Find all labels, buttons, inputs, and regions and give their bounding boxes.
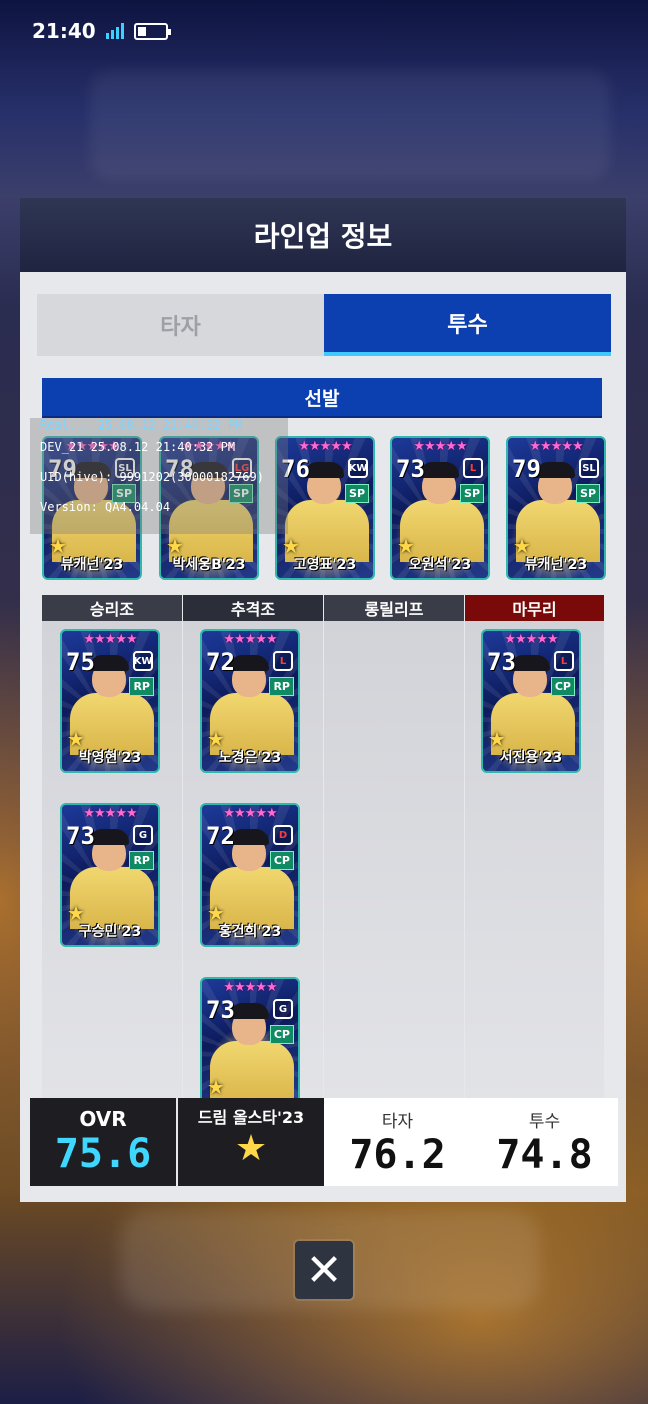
col-header-long-relief: 롱릴리프	[324, 595, 464, 621]
signal-icon	[105, 23, 124, 39]
card-ovr: 73	[487, 648, 516, 676]
player-card[interactable]: ★★★★★ 73 G RP ★ 구승민'23	[60, 803, 160, 947]
team-logo-icon: G	[133, 825, 153, 845]
card-position: CP	[269, 1025, 294, 1044]
status-time: 21:40	[32, 19, 96, 43]
card-player-name: 오원석'23	[408, 557, 472, 573]
debug-line: Real... 25.08.12 21:40:32 PM	[40, 418, 243, 432]
team-logo-icon: KW	[348, 458, 368, 478]
player-cap	[229, 829, 269, 845]
card-position: SP	[576, 484, 600, 503]
tab-batter[interactable]: 타자	[37, 294, 324, 356]
card-player-name: 뷰캐넌'23	[524, 557, 588, 573]
card-stars-icon: ★★★★★	[529, 439, 583, 454]
batter-stat-label: 타자	[381, 1111, 414, 1132]
card-position: CP	[269, 851, 294, 870]
pitcher-stat: 투수 74.8	[471, 1098, 618, 1186]
player-cap	[304, 462, 344, 478]
team-logo-icon: D	[273, 825, 293, 845]
card-player-name: 노경은'23	[218, 750, 282, 766]
player-card[interactable]: ★★★★★ 75 KW RP ★ 박영현'23	[60, 629, 160, 773]
dream-star-icon: ★	[234, 1128, 268, 1169]
debug-line: UID(hive): 9991202(30000182769)	[40, 470, 264, 484]
card-ovr: 75	[66, 648, 95, 676]
player-card[interactable]: ★★★★★ 72 D CP ★ 홍건희'23	[200, 803, 300, 947]
team-color-box: 드림 올스타'23 ★	[178, 1098, 324, 1186]
pitcher-stat-value: 74.8	[496, 1131, 593, 1178]
card-stars-icon: ★★★★★	[298, 439, 352, 454]
player-cap	[229, 655, 269, 671]
card-position: SP	[345, 484, 369, 503]
card-player-name: 박세웅B'23	[172, 557, 246, 573]
col-header-win: 승리조	[42, 595, 182, 621]
card-position: RP	[269, 677, 294, 696]
starter-section-header: 선발	[42, 378, 602, 416]
player-cap	[419, 462, 459, 478]
player-cap	[535, 462, 575, 478]
player-cap	[229, 1003, 269, 1019]
debug-overlay: Real... 25.08.12 21:40:32 PM DEV_21 25.0…	[30, 418, 288, 534]
background-blur	[90, 70, 610, 180]
lineup-summary: OVR 75.6 드림 올스타'23 ★ 타자 76.2 투수 74.8	[30, 1098, 618, 1186]
player-cap	[89, 829, 129, 845]
team-logo-icon: G	[273, 999, 293, 1019]
close-button[interactable]: ✕	[295, 1241, 353, 1299]
card-ovr: 73	[66, 822, 95, 850]
player-cap	[89, 655, 129, 671]
pitcher-stat-label: 투수	[528, 1111, 561, 1132]
card-stars-icon: ★★★★★	[413, 439, 467, 454]
debug-line: Version: QA4.04.04	[40, 500, 171, 514]
card-stars-icon: ★★★★★	[83, 806, 137, 821]
dream-badge-icon: ★	[207, 1075, 225, 1098]
battery-icon	[133, 22, 171, 40]
card-stars-icon: ★★★★★	[223, 632, 277, 647]
team-logo-icon: KW	[133, 651, 153, 671]
card-stars-icon: ★★★★★	[83, 632, 137, 647]
card-ovr: 73	[396, 455, 425, 483]
card-position: CP	[550, 677, 575, 696]
card-ovr: 73	[206, 996, 235, 1024]
card-stars-icon: ★★★★★	[504, 632, 558, 647]
card-player-name: 박영현'23	[78, 750, 142, 766]
lineup-info-panel: 라인업 정보 타자 투수 선발 승리조 추격조 롱릴리프 마무리 ★★★★★ 79…	[20, 198, 626, 1202]
card-player-name: 서진용'23	[499, 750, 563, 766]
player-card[interactable]: ★★★★★ 76 KW SP ★ 고영표'23	[275, 436, 375, 580]
team-logo-icon: L	[463, 458, 483, 478]
card-ovr: 72	[206, 822, 235, 850]
card-position: RP	[129, 851, 154, 870]
team-logo-icon: L	[554, 651, 574, 671]
ovr-label: OVR	[79, 1107, 127, 1131]
batter-stat-value: 76.2	[349, 1131, 446, 1178]
player-cap	[510, 655, 550, 671]
col-header-chase: 추격조	[183, 595, 323, 621]
ovr-value: 75.6	[54, 1131, 152, 1177]
player-card[interactable]: ★★★★★ 72 L RP ★ 노경은'23	[200, 629, 300, 773]
card-stars-icon: ★★★★★	[223, 980, 277, 995]
card-ovr: 79	[512, 455, 541, 483]
panel-title: 라인업 정보	[20, 198, 626, 272]
card-player-name: 구승민'23	[78, 924, 142, 940]
batter-stat: 타자 76.2	[324, 1098, 471, 1186]
card-position: RP	[129, 677, 154, 696]
card-ovr: 72	[206, 648, 235, 676]
card-stars-icon: ★★★★★	[223, 806, 277, 821]
tab-pitcher[interactable]: 투수	[324, 294, 611, 356]
col-header-closer: 마무리	[465, 595, 604, 621]
card-position: SP	[460, 484, 484, 503]
card-player-name: 뷰캐넌'23	[60, 557, 124, 573]
ovr-box: OVR 75.6	[30, 1098, 176, 1186]
status-bar: 21:40	[0, 0, 648, 62]
team-logo-icon: SL	[579, 458, 599, 478]
tab-bar: 타자 투수	[37, 294, 611, 356]
debug-line: DEV_21 25.08.12 21:40:32 PM	[40, 440, 236, 454]
player-card[interactable]: ★★★★★ 73 L CP ★ 서진용'23	[481, 629, 581, 773]
team-logo-icon: L	[273, 651, 293, 671]
card-player-name: 홍건희'23	[218, 924, 282, 940]
player-card[interactable]: ★★★★★ 73 G CP ★	[200, 977, 300, 1098]
card-player-name: 고영표'23	[293, 557, 357, 573]
col-long-relief	[324, 621, 464, 1099]
team-color-label: 드림 올스타'23	[197, 1108, 305, 1127]
player-card[interactable]: ★★★★★ 79 SL SP ★ 뷰캐넌'23	[506, 436, 606, 580]
player-card[interactable]: ★★★★★ 73 L SP ★ 오원석'23	[390, 436, 490, 580]
